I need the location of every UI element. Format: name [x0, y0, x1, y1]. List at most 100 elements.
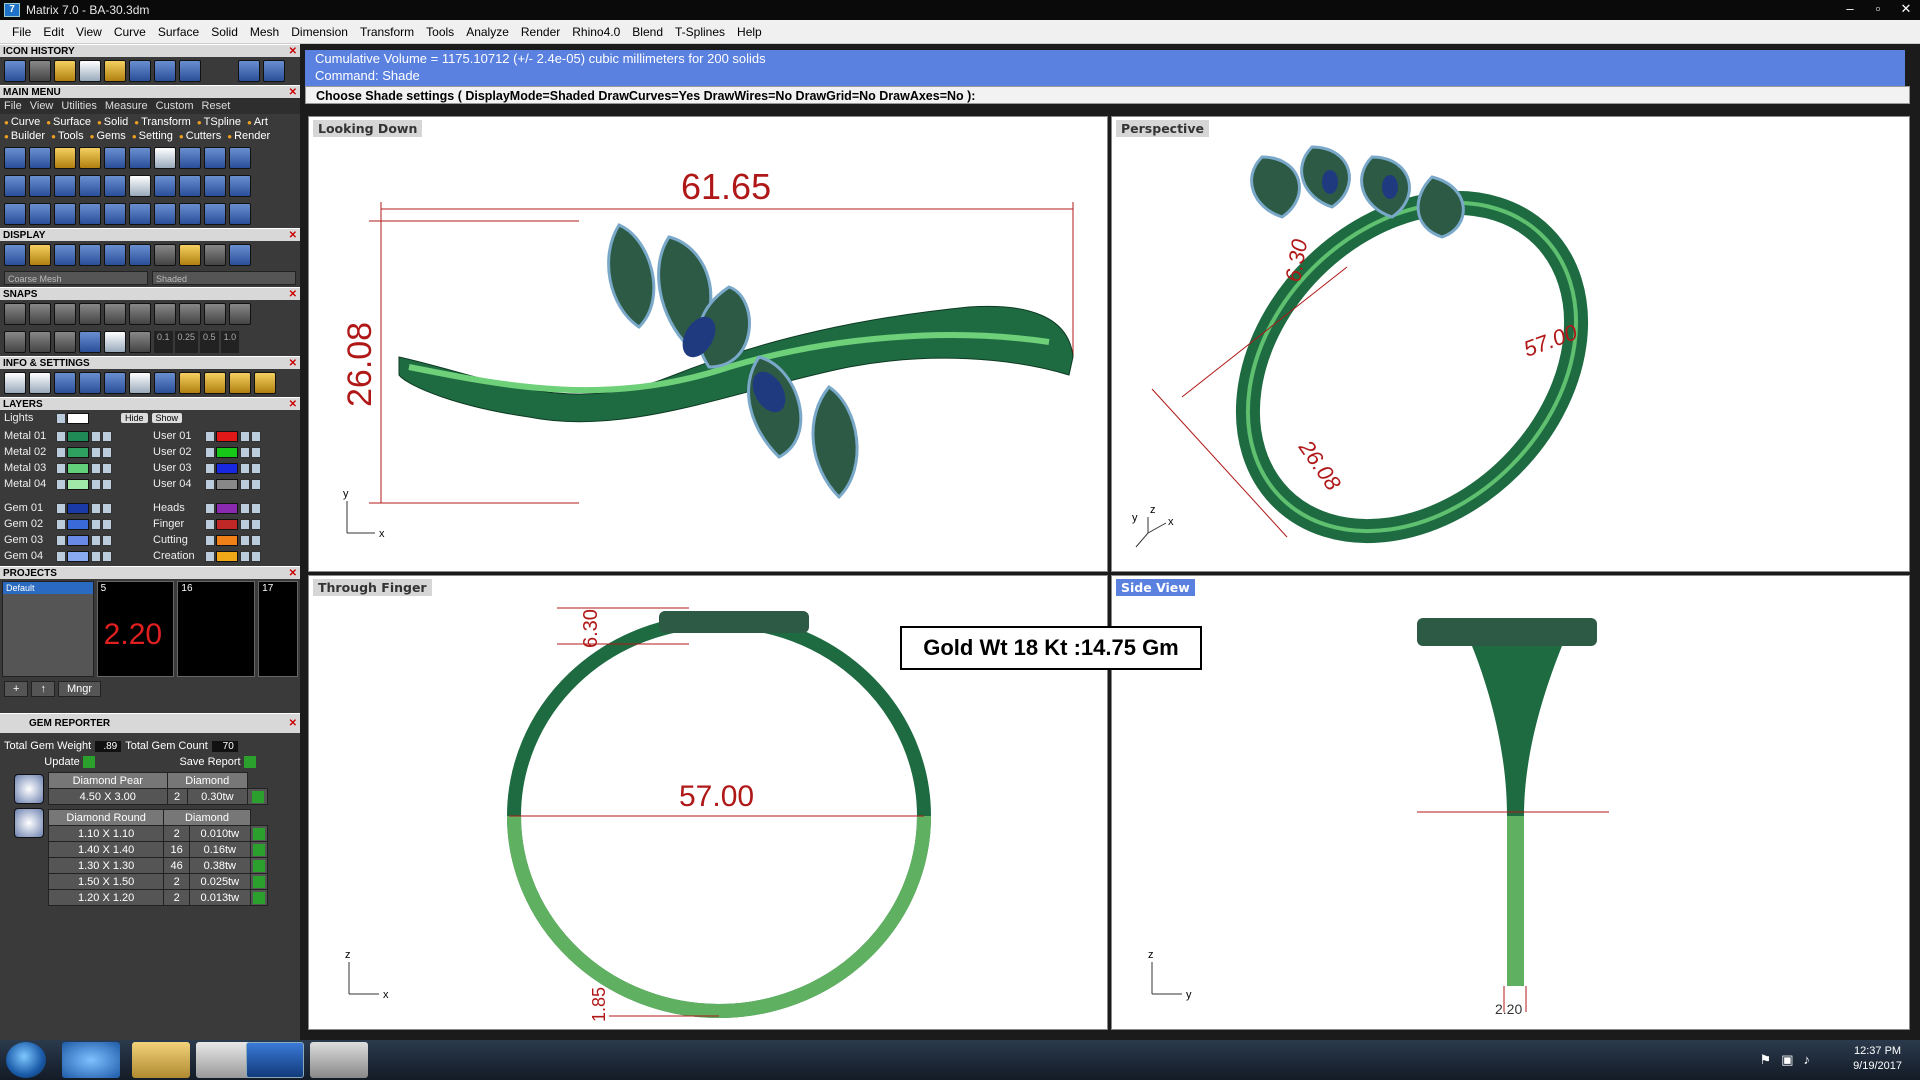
menu-item-render[interactable]: Render	[521, 25, 560, 39]
layer-color-swatch[interactable]	[67, 430, 89, 442]
row-go-button[interactable]	[249, 825, 269, 843]
menu-item-blend[interactable]: Blend	[632, 25, 663, 39]
layer-color-swatch[interactable]	[67, 550, 89, 562]
snap-icon[interactable]	[4, 331, 26, 353]
snap-value[interactable]: 0.25	[174, 331, 199, 353]
layer-color-swatch[interactable]	[216, 534, 238, 546]
menu-item-analyze[interactable]: Analyze	[466, 25, 509, 39]
tool-icon[interactable]	[104, 244, 126, 266]
row-go-button[interactable]	[247, 788, 268, 806]
snap-icon[interactable]	[54, 331, 76, 353]
tool-icon[interactable]	[79, 244, 101, 266]
project-thumbnail[interactable]: 5 2.20	[96, 581, 175, 677]
layer-toggle[interactable]	[56, 430, 66, 442]
layer-color-swatch[interactable]	[216, 478, 238, 490]
snap-icon[interactable]	[129, 331, 151, 353]
layer-color-swatch[interactable]	[67, 534, 89, 546]
visibility-icon[interactable]	[102, 430, 112, 442]
snap-icon[interactable]	[4, 303, 26, 325]
tool-icon[interactable]	[54, 372, 76, 394]
lights-toggle[interactable]	[56, 412, 66, 424]
update-button[interactable]: Update	[44, 756, 95, 769]
menu-item-surface[interactable]: Surface	[158, 25, 199, 39]
internet-explorer-icon[interactable]	[62, 1042, 120, 1078]
back-arrow-icon[interactable]	[238, 60, 260, 82]
add-project-button[interactable]: +	[4, 681, 29, 697]
close-icon[interactable]: ✕	[289, 714, 297, 734]
project-thumbnail[interactable]: 17	[258, 581, 298, 677]
layer-color-swatch[interactable]	[216, 518, 238, 530]
layer-color-swatch[interactable]	[67, 478, 89, 490]
lock-icon[interactable]	[240, 462, 250, 474]
tool-icon[interactable]	[104, 175, 126, 197]
close-icon[interactable]: ✕	[289, 229, 297, 242]
layer-row[interactable]: Gem 03	[4, 532, 147, 548]
layer-toggle[interactable]	[205, 462, 215, 474]
tool-icon[interactable]	[179, 244, 201, 266]
lock-icon[interactable]	[91, 430, 101, 442]
viewport-looking-down[interactable]: Looking Down 61.65 26.08 y x	[308, 116, 1108, 572]
snap-icon[interactable]	[79, 331, 101, 353]
lights-swatch[interactable]	[67, 412, 89, 424]
lock-icon[interactable]	[240, 518, 250, 530]
layer-row[interactable]: Metal 02	[4, 444, 147, 460]
submenu-item[interactable]: Measure	[105, 100, 148, 112]
layer-toggle[interactable]	[56, 462, 66, 474]
matrix-taskbar-icon[interactable]	[246, 1042, 304, 1078]
visibility-icon[interactable]	[251, 430, 261, 442]
layer-row[interactable]: Finger	[153, 516, 296, 532]
layer-color-swatch[interactable]	[67, 518, 89, 530]
visibility-icon[interactable]	[251, 446, 261, 458]
tool-icon[interactable]	[104, 372, 126, 394]
menu-item-file[interactable]: File	[12, 25, 31, 39]
layer-row[interactable]: Metal 04	[4, 476, 147, 492]
layer-toggle[interactable]	[205, 534, 215, 546]
category-item[interactable]: Solid	[97, 116, 128, 128]
clock[interactable]: 12:37 PM 9/19/2017	[1853, 1044, 1902, 1074]
tool-icon[interactable]	[4, 147, 26, 169]
layer-row[interactable]: Creation	[153, 548, 296, 564]
tool-icon[interactable]	[79, 372, 101, 394]
layer-toggle[interactable]	[56, 446, 66, 458]
layer-row[interactable]: User 01	[153, 428, 296, 444]
snap-icon[interactable]	[179, 303, 201, 325]
forward-arrow-icon[interactable]	[263, 60, 285, 82]
command-prompt[interactable]: Choose Shade settings ( DisplayMode=Shad…	[305, 86, 1910, 104]
viewport-side-view[interactable]: Side View 2.20 z y	[1111, 575, 1910, 1030]
layer-color-swatch[interactable]	[67, 446, 89, 458]
category-item[interactable]: Setting	[132, 130, 173, 142]
lock-icon[interactable]	[240, 534, 250, 546]
layer-row[interactable]: Gem 02	[4, 516, 147, 532]
layer-color-swatch[interactable]	[216, 446, 238, 458]
menu-item-mesh[interactable]: Mesh	[250, 25, 279, 39]
layer-color-swatch[interactable]	[67, 502, 89, 514]
menu-item-solid[interactable]: Solid	[211, 25, 238, 39]
tool-icon[interactable]	[204, 175, 226, 197]
visibility-icon[interactable]	[102, 446, 112, 458]
layer-toggle[interactable]	[56, 534, 66, 546]
lock-icon[interactable]	[91, 462, 101, 474]
lock-icon[interactable]	[91, 550, 101, 562]
layer-row[interactable]: Gem 01	[4, 500, 147, 516]
volume-icon[interactable]: ♪	[1804, 1052, 1811, 1068]
minimize-icon[interactable]: –	[1836, 0, 1864, 18]
show-button[interactable]: Show	[151, 413, 183, 423]
tool-icon[interactable]	[254, 372, 276, 394]
tool-icon[interactable]	[29, 60, 51, 82]
lock-icon[interactable]	[240, 446, 250, 458]
layer-row[interactable]: Metal 01	[4, 428, 147, 444]
tool-icon[interactable]	[129, 175, 151, 197]
tool-icon[interactable]	[29, 203, 51, 225]
snap-value[interactable]: 0.5	[200, 331, 219, 353]
layer-toggle[interactable]	[205, 502, 215, 514]
tool-icon[interactable]	[179, 175, 201, 197]
snap-icon[interactable]	[104, 331, 126, 353]
row-go-button[interactable]	[249, 857, 269, 875]
tool-icon[interactable]	[204, 147, 226, 169]
tool-icon[interactable]	[179, 60, 201, 82]
tool-icon[interactable]	[129, 147, 151, 169]
tool-icon[interactable]	[4, 244, 26, 266]
category-item[interactable]: Art	[247, 116, 268, 128]
layer-row[interactable]: Heads	[153, 500, 296, 516]
project-list[interactable]: Default	[2, 581, 94, 677]
